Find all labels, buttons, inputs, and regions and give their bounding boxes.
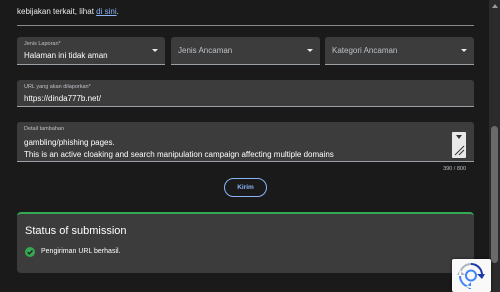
threat-category-placeholder: Kategori Ancaman [332, 46, 398, 55]
divider [17, 25, 474, 26]
report-type-label: Jenis Laporan* [24, 41, 61, 47]
report-type-value: Halaman ini tidak aman [24, 51, 108, 60]
details-textarea[interactable]: Detail tambahan gambling/phishing pages.… [17, 122, 474, 162]
scroll-up-icon[interactable] [492, 4, 498, 8]
url-value: https://dinda777b.net/ [24, 94, 101, 103]
scroll-thumb[interactable] [491, 126, 498, 263]
status-message: Pengiriman URL berhasil. [41, 248, 121, 255]
recaptcha-icon [457, 262, 485, 289]
vertical-scrollbar[interactable] [489, 0, 500, 292]
chevron-down-icon [152, 49, 158, 52]
status-title: Status of submission [25, 225, 127, 237]
status-panel: Status of submission Pengiriman URL berh… [17, 212, 474, 273]
threat-type-placeholder: Jenis Ancaman [178, 46, 233, 55]
threat-category-select[interactable]: Kategori Ancaman [325, 37, 474, 65]
chevron-down-icon [461, 49, 467, 52]
check-circle-icon [25, 247, 35, 257]
recaptcha-badge[interactable] [452, 259, 491, 292]
url-label: URL yang akan dilaporkan* [24, 84, 91, 90]
submit-button[interactable]: Kirim [224, 178, 267, 197]
report-type-select[interactable]: Jenis Laporan* Halaman ini tidak aman [17, 37, 165, 65]
threat-type-select[interactable]: Jenis Ancaman [171, 37, 320, 65]
details-label: Detail tambahan [24, 126, 65, 132]
resize-handle-icon[interactable] [452, 132, 466, 158]
chevron-down-icon [307, 49, 313, 52]
policy-link[interactable]: di sini [96, 7, 116, 16]
char-counter: 390 / 800 [443, 166, 466, 172]
details-line-2: This is an active cloaking and search ma… [24, 150, 334, 159]
intro-suffix: . [116, 7, 119, 16]
intro-text: kebijakan terkait, lihat di sini. [17, 7, 119, 16]
intro-prefix: kebijakan terkait, lihat [17, 7, 97, 16]
url-field[interactable]: URL yang akan dilaporkan* https://dinda7… [17, 80, 474, 107]
details-line-1: gambling/phishing pages. [24, 138, 115, 147]
